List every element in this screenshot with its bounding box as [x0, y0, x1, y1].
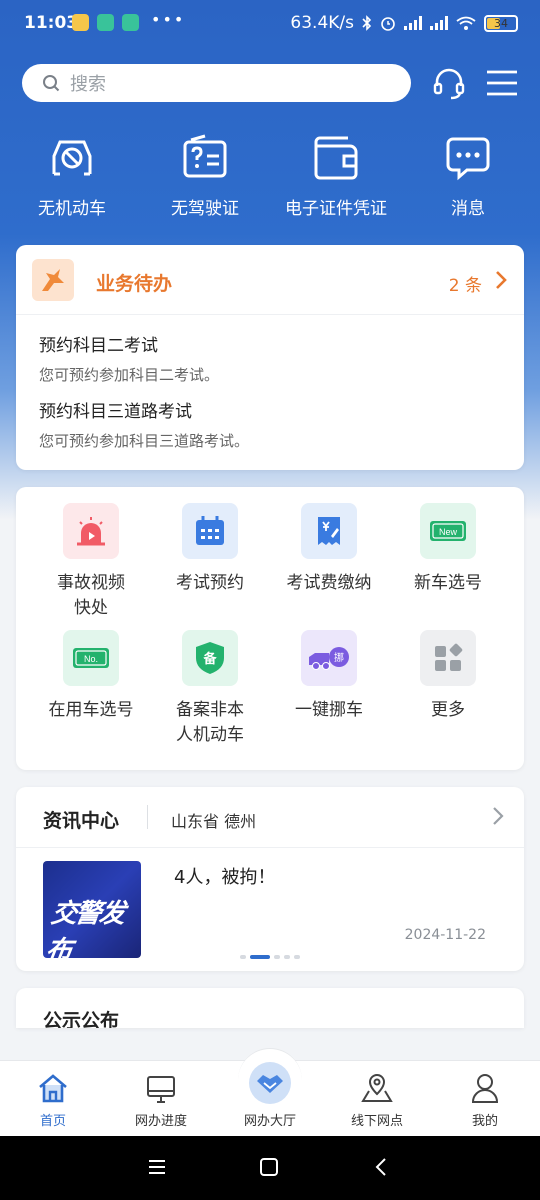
- service-accident-video[interactable]: 事故视频 快处: [31, 503, 151, 621]
- todo-item[interactable]: 预约科目三道路考试 您可预约参加科目三道路考试。: [39, 397, 249, 451]
- news-card: 资讯中心 山东省 德州 交警发布 4人，被拘！ 2024-11-22: [16, 787, 524, 971]
- license-card-icon: [183, 134, 227, 178]
- service-record-vehicle[interactable]: 备 备案非本 人机动车: [150, 630, 270, 748]
- divider: [16, 847, 524, 848]
- news-heading: 资讯中心: [43, 810, 120, 832]
- todo-count: 2 条: [448, 276, 482, 296]
- todo-card: 业务待办 2 条 预约科目二考试 您可预约参加科目二考试。 预约科目三道路考试 …: [16, 245, 524, 470]
- svg-text:No.: No.: [84, 654, 98, 664]
- tow-truck-icon: 挪: [301, 630, 357, 686]
- wallet-icon: [314, 136, 358, 180]
- news-title[interactable]: 4人，被拘！: [174, 863, 275, 889]
- tab-offline-sites[interactable]: 线下网点: [332, 1068, 422, 1129]
- news-location[interactable]: 山东省 德州: [171, 808, 256, 832]
- service-new-car-plate[interactable]: New 新车选号: [388, 503, 508, 596]
- shield-notification-icon: [122, 14, 139, 31]
- more-grid-icon: [420, 630, 476, 686]
- chevron-right-icon[interactable]: [492, 806, 504, 826]
- wifi-icon: [456, 16, 476, 30]
- home-icon: [39, 1074, 67, 1103]
- service-in-use-plate[interactable]: No. 在用车选号: [31, 630, 151, 723]
- shield-record-icon: 备: [182, 630, 238, 686]
- svg-text:备: 备: [202, 651, 217, 667]
- map-pin-icon: [361, 1073, 393, 1102]
- shield-notification-icon: [97, 14, 114, 31]
- chevron-right-icon: [496, 271, 507, 289]
- todo-logo-icon: [32, 259, 74, 301]
- todo-item[interactable]: 预约科目二考试 您可预约参加科目二考试。: [39, 331, 219, 385]
- car-ban-icon: [52, 140, 92, 176]
- status-bar: 11:03 ••• 63.4K/s 34: [0, 0, 540, 48]
- bottom-tab-bar: 首页 网办进度 网办大厅 线下网点 我的: [0, 1018, 540, 1136]
- svg-text:New: New: [439, 527, 458, 537]
- calendar-icon: [182, 503, 238, 559]
- svg-text:挪: 挪: [334, 651, 344, 664]
- handshake-icon: [249, 1062, 291, 1104]
- divider: [147, 805, 148, 829]
- alarm-icon: [381, 17, 395, 31]
- clock: 11:03: [24, 13, 79, 33]
- system-indicators: 63.4K/s 34: [290, 13, 518, 33]
- tab-home[interactable]: 首页: [8, 1068, 98, 1129]
- siren-video-icon: [63, 503, 119, 559]
- service-more[interactable]: 更多: [388, 630, 508, 723]
- quick-action-e-certificate[interactable]: 电子证件凭证: [271, 132, 401, 219]
- service-move-car[interactable]: 挪 一键挪车: [269, 630, 389, 723]
- quick-actions: 无机动车 无驾驶证 电子证件凭证 消息: [0, 132, 540, 222]
- headset-icon[interactable]: [431, 66, 467, 102]
- monitor-icon: [147, 1076, 175, 1103]
- message-icon: [446, 137, 490, 181]
- back-icon[interactable]: [373, 1156, 389, 1178]
- search-icon: [43, 75, 60, 92]
- bluetooth-icon: [362, 15, 372, 31]
- no-plate-icon: No.: [63, 630, 119, 686]
- search-input[interactable]: 搜索: [22, 64, 411, 102]
- tab-service-hall[interactable]: 网办大厅: [225, 1058, 315, 1129]
- new-plate-icon: New: [420, 503, 476, 559]
- home-button-icon[interactable]: [259, 1156, 279, 1178]
- todo-header[interactable]: 业务待办 2 条: [16, 245, 524, 315]
- search-placeholder: 搜索: [70, 74, 106, 95]
- signal-hd-icon: [430, 16, 448, 30]
- tab-progress[interactable]: 网办进度: [116, 1068, 206, 1129]
- news-thumbnail[interactable]: 交警发布: [43, 861, 141, 958]
- user-icon: [471, 1074, 499, 1103]
- quick-action-messages[interactable]: 消息: [403, 132, 533, 219]
- menu-icon[interactable]: [486, 69, 518, 97]
- todo-title: 业务待办: [96, 273, 173, 295]
- receipt-yen-icon: [301, 503, 357, 559]
- service-exam-fee[interactable]: 考试费缴纳: [269, 503, 389, 596]
- notification-icons: •••: [72, 10, 185, 31]
- network-speed: 63.4K/s: [290, 13, 354, 33]
- service-grid: 事故视频 快处 考试预约 考试费缴纳 New 新车选号 No. 在用车选号 备 …: [16, 487, 524, 770]
- battery-icon: 34: [484, 14, 518, 32]
- news-date: 2024-11-22: [404, 927, 486, 943]
- tab-profile[interactable]: 我的: [440, 1068, 530, 1129]
- app-notification-icon: [72, 14, 89, 31]
- recent-apps-icon[interactable]: [148, 1156, 166, 1178]
- quick-action-no-license[interactable]: 无驾驶证: [140, 132, 270, 219]
- more-notifications-icon: •••: [151, 10, 186, 29]
- quick-action-no-vehicle[interactable]: 无机动车: [7, 132, 137, 219]
- signal-icon: [404, 16, 422, 30]
- service-exam-booking[interactable]: 考试预约: [150, 503, 270, 596]
- system-navigation-bar: [0, 1136, 540, 1200]
- carousel-indicator: [240, 955, 300, 959]
